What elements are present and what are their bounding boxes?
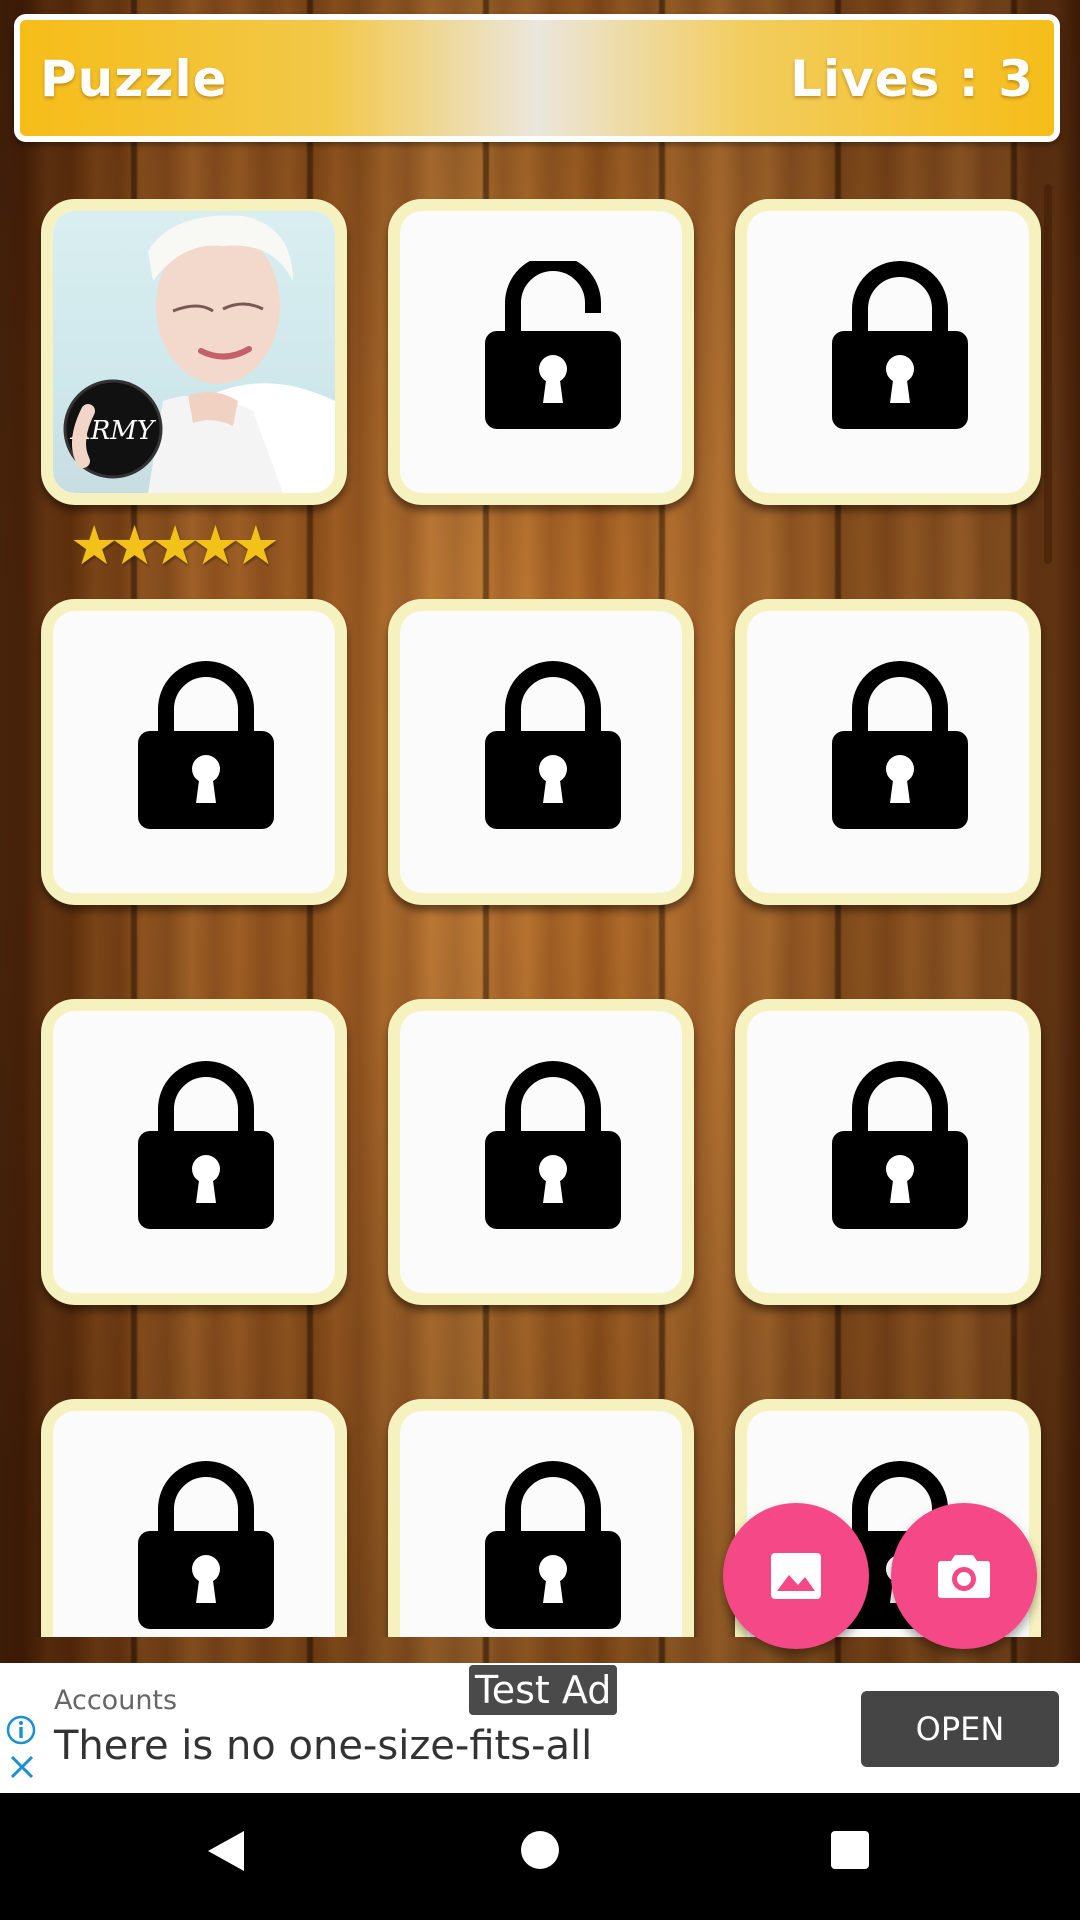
level-tile-7[interactable] xyxy=(41,999,347,1305)
padlock-icon xyxy=(485,1061,621,1229)
top-bar: Puzzle Lives : 3 xyxy=(14,14,1060,142)
image-icon xyxy=(771,1553,821,1599)
lives-counter: Lives : 3 xyxy=(790,50,1034,108)
level-tile-8[interactable] xyxy=(388,999,694,1305)
page-title: Puzzle xyxy=(40,50,228,108)
back-icon[interactable] xyxy=(206,1829,246,1873)
camera-button[interactable] xyxy=(891,1503,1037,1649)
level-tile-9[interactable] xyxy=(735,999,1041,1305)
test-ad-badge: Test Ad xyxy=(469,1665,618,1715)
close-icon[interactable] xyxy=(8,1753,36,1781)
camera-icon xyxy=(938,1555,990,1598)
level-grid: ARMY ★★★★★ xyxy=(0,150,1080,1637)
padlock-icon xyxy=(138,1461,274,1629)
padlock-icon xyxy=(832,1061,968,1229)
level-photo: ARMY xyxy=(53,211,335,493)
star-rating: ★★★★★ xyxy=(70,514,280,577)
level-tile-4[interactable] xyxy=(41,599,347,905)
gallery-button[interactable] xyxy=(723,1503,869,1649)
level-tile-5[interactable] xyxy=(388,599,694,905)
level-tile-11[interactable] xyxy=(388,1399,694,1637)
unlocked-padlock-icon xyxy=(485,261,621,429)
padlock-icon xyxy=(832,661,968,829)
padlock-icon xyxy=(832,261,968,429)
ad-open-button[interactable]: OPEN xyxy=(861,1691,1059,1767)
padlock-icon xyxy=(138,1061,274,1229)
ad-advertiser: Accounts xyxy=(54,1685,178,1716)
level-tile-10[interactable] xyxy=(41,1399,347,1637)
system-nav-bar xyxy=(0,1793,1080,1920)
ad-banner[interactable]: Test Ad Accounts There is no one-size-fi… xyxy=(0,1663,1080,1793)
ad-headline[interactable]: There is no one-size-fits-all xyxy=(54,1723,592,1769)
level-tile-1[interactable]: ARMY xyxy=(41,199,347,505)
level-tile-6[interactable] xyxy=(735,599,1041,905)
padlock-icon xyxy=(485,1461,621,1629)
level-tile-3[interactable] xyxy=(735,199,1041,505)
recents-icon[interactable] xyxy=(831,1831,869,1869)
padlock-icon xyxy=(138,661,274,829)
home-icon[interactable] xyxy=(521,1831,559,1869)
info-icon[interactable] xyxy=(6,1715,36,1745)
level-tile-2[interactable] xyxy=(388,199,694,505)
portrait-image: ARMY xyxy=(63,215,335,493)
padlock-icon xyxy=(485,661,621,829)
